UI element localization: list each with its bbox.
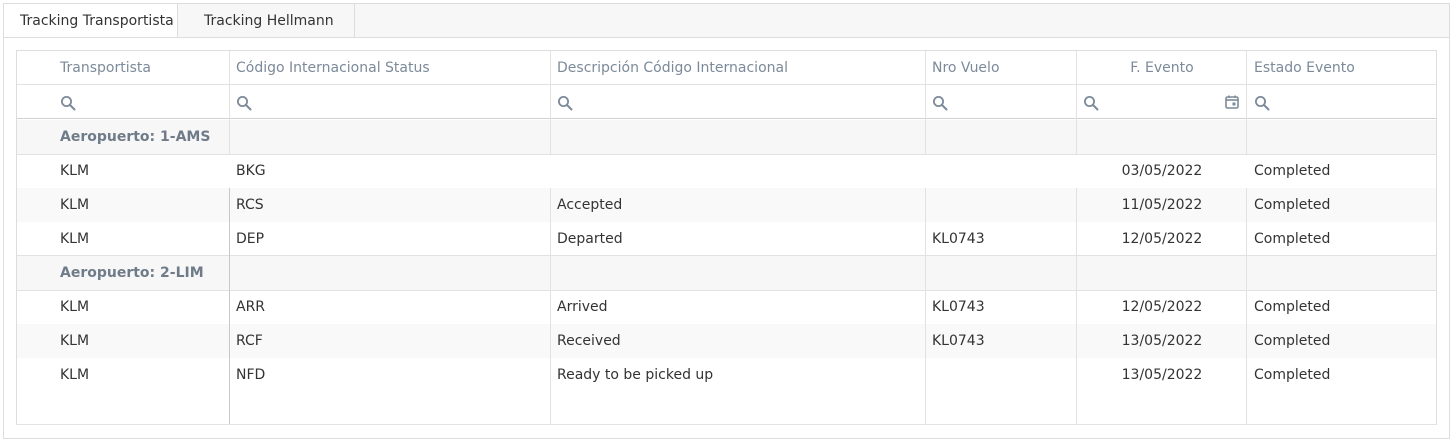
group-label: Aeropuerto: 1-AMS <box>60 129 211 145</box>
cell-f-evento: 13/05/2022 <box>1121 333 1203 349</box>
cell-codigo-status: RCF <box>236 333 263 349</box>
cell-transportista: KLM <box>60 163 90 179</box>
search-icon <box>237 96 252 111</box>
cell-estado-evento: Completed <box>1254 367 1331 383</box>
cell-f-evento: 12/05/2022 <box>1121 231 1203 247</box>
column-header-transportista[interactable]: Transportista <box>60 51 220 85</box>
cell-transportista: KLM <box>60 367 90 383</box>
cell-f-evento: 13/05/2022 <box>1121 367 1203 383</box>
column-divider <box>925 188 926 424</box>
table-row[interactable]: KLM BKG 03/05/2022 Completed <box>17 154 1436 188</box>
column-divider <box>550 188 551 424</box>
search-icon <box>558 96 573 111</box>
calendar-icon[interactable] <box>1225 95 1239 109</box>
tab-strip: Tracking Transportista Tracking Hellmann <box>3 3 1450 40</box>
tab-tracking-hellmann[interactable]: Tracking Hellmann <box>188 4 355 39</box>
tab-panel: Transportista Código Internacional Statu… <box>3 37 1450 439</box>
search-icon <box>61 96 76 111</box>
cell-codigo-status: RCS <box>236 197 264 213</box>
column-header-f-evento[interactable]: F. Evento <box>1077 51 1247 85</box>
cell-estado-evento: Completed <box>1254 197 1331 213</box>
column-divider <box>1246 51 1247 154</box>
group-label: Aeropuerto: 2-LIM <box>60 265 204 281</box>
cell-estado-evento: Completed <box>1254 231 1331 247</box>
cell-f-evento: 12/05/2022 <box>1121 299 1203 315</box>
cell-descripcion: Departed <box>557 231 623 247</box>
column-header-nro-vuelo[interactable]: Nro Vuelo <box>932 51 1072 85</box>
cell-descripcion: Ready to be picked up <box>557 367 714 383</box>
column-header-estado-evento[interactable]: Estado Evento <box>1254 51 1424 85</box>
search-icon <box>1255 96 1270 111</box>
cell-transportista: KLM <box>60 231 90 247</box>
column-header-descripcion[interactable]: Descripción Código Internacional <box>557 51 917 85</box>
column-divider <box>1076 188 1077 424</box>
cell-descripcion: Accepted <box>557 197 623 213</box>
cell-estado-evento: Completed <box>1254 163 1331 179</box>
cell-nro-vuelo: KL0743 <box>932 299 985 315</box>
cell-codigo-status: DEP <box>236 231 265 247</box>
cell-codigo-status: BKG <box>236 163 266 179</box>
cell-transportista: KLM <box>60 333 90 349</box>
cell-transportista: KLM <box>60 299 90 315</box>
cell-codigo-status: NFD <box>236 367 266 383</box>
filter-cell-transportista[interactable] <box>17 85 229 119</box>
filter-cell-estado-evento[interactable] <box>1247 85 1436 119</box>
cell-codigo-status: ARR <box>236 299 266 315</box>
column-divider <box>1076 51 1077 154</box>
tab-tracking-transportista[interactable]: Tracking Transportista <box>4 4 178 40</box>
column-header-codigo-status[interactable]: Código Internacional Status <box>236 51 536 85</box>
cell-nro-vuelo: KL0743 <box>932 231 985 247</box>
cell-descripcion: Arrived <box>557 299 608 315</box>
search-icon <box>1084 96 1099 111</box>
cell-descripcion: Received <box>557 333 621 349</box>
column-divider <box>550 51 551 154</box>
column-divider <box>1246 188 1247 424</box>
filter-cell-nro-vuelo[interactable] <box>926 85 1076 119</box>
column-divider <box>229 51 230 154</box>
cell-f-evento: 11/05/2022 <box>1121 197 1203 213</box>
filter-cell-f-evento[interactable] <box>1077 85 1246 119</box>
cell-nro-vuelo: KL0743 <box>932 333 985 349</box>
cell-estado-evento: Completed <box>1254 333 1331 349</box>
cell-f-evento: 03/05/2022 <box>1121 163 1203 179</box>
filter-cell-codigo-status[interactable] <box>230 85 550 119</box>
column-divider <box>229 188 230 424</box>
cell-estado-evento: Completed <box>1254 299 1331 315</box>
column-divider <box>925 51 926 154</box>
cell-transportista: KLM <box>60 197 90 213</box>
tracking-view: Tracking Transportista Tracking Hellmann… <box>0 0 1453 444</box>
filter-cell-descripcion[interactable] <box>551 85 925 119</box>
tracking-grid: Transportista Código Internacional Statu… <box>16 50 1437 425</box>
search-icon <box>933 96 948 111</box>
